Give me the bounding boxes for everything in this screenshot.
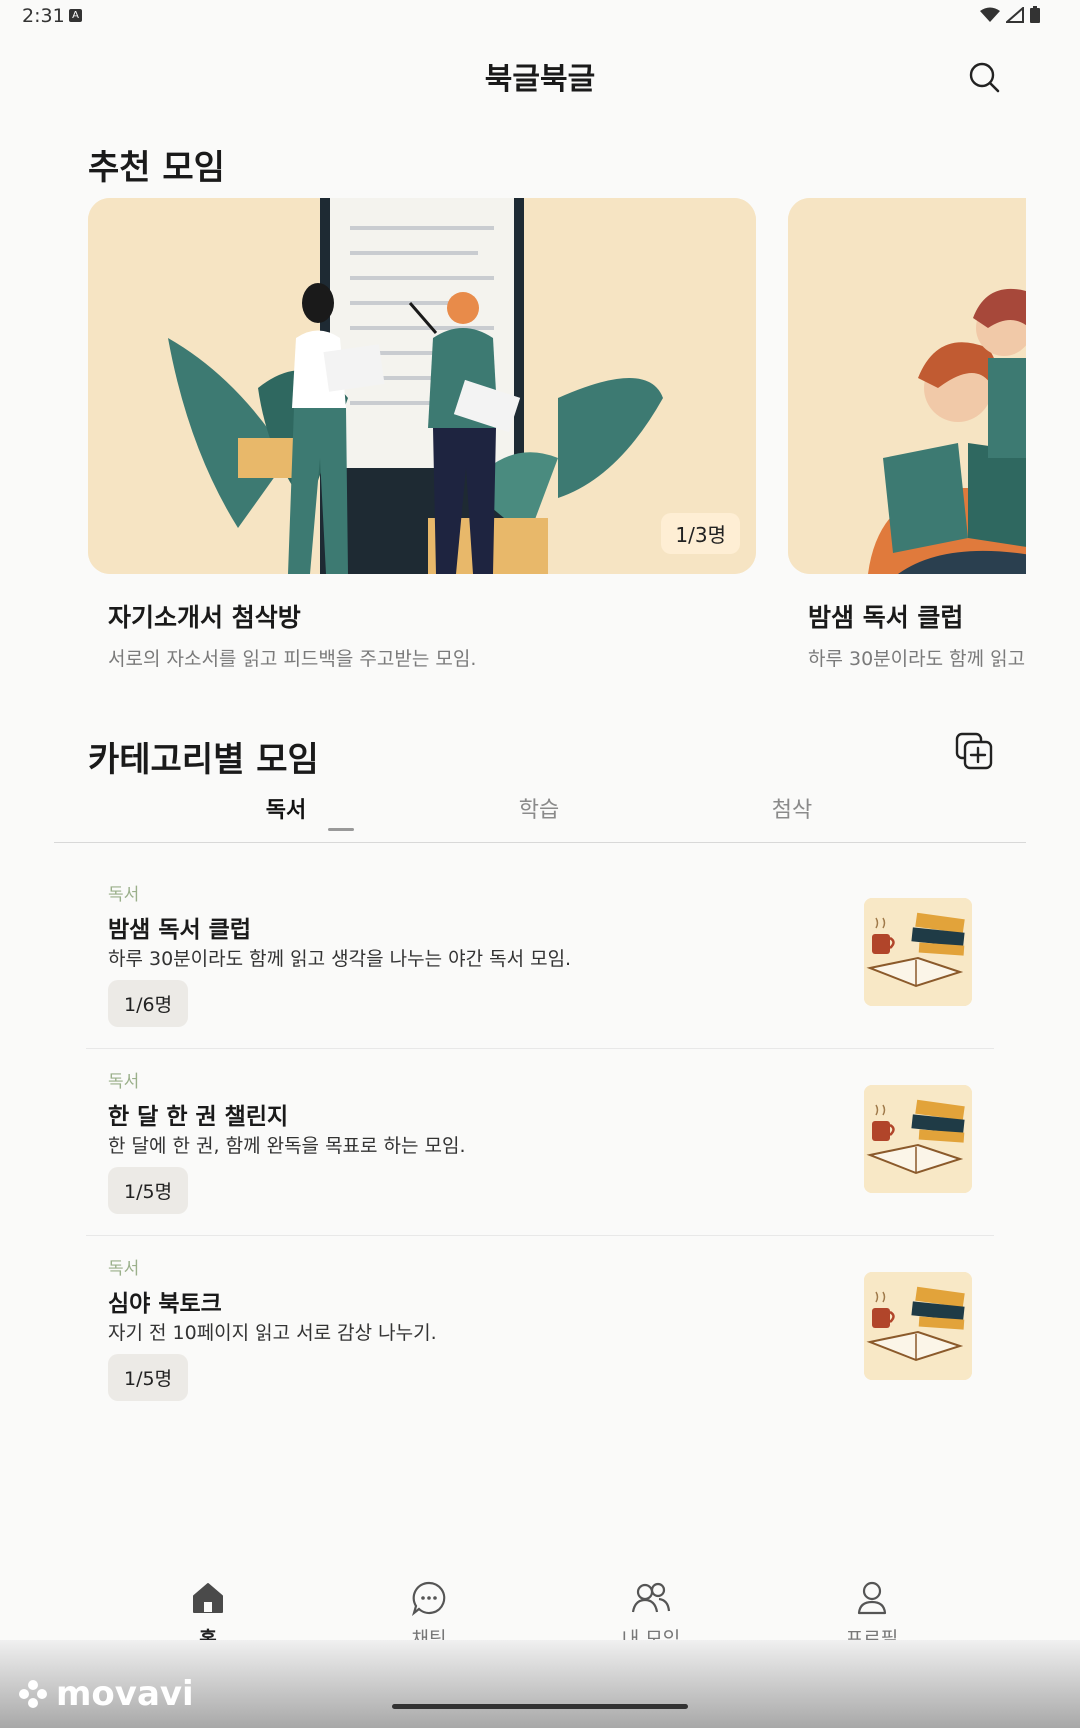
group-description: 한 달에 한 권, 함께 완독을 목표로 하는 모임. [108,1135,466,1157]
books-coffee-thumbnail [864,1085,972,1193]
search-icon [969,62,1000,93]
profile-icon [857,1581,887,1615]
add-group-button[interactable] [953,730,997,774]
member-count-badge: 1/5명 [108,1167,189,1214]
recommended-card[interactable]: 1/3명 자기소개서 첨삭방 서로의 자소서를 읽고 피드백을 주고받는 모임. [88,198,756,670]
group-category: 독서 [108,1072,140,1092]
search-button[interactable] [965,58,1005,98]
status-bar: 2:31 A [0,0,1080,34]
card-description: 서로의 자소서를 읽고 피드백을 주고받는 모임. [108,648,477,670]
movavi-logo-icon [19,1680,47,1708]
group-name: 밤샘 독서 클럽 [108,917,251,943]
wifi-icon [980,7,1000,22]
watermark-text: movavi [56,1674,194,1714]
group-icon [631,1582,671,1613]
tab-editing[interactable]: 첨삭 [772,792,812,824]
member-count-badge: 1/6명 [108,980,189,1027]
card-description: 하루 30분이라도 함께 읽고 생각을 나누는 야간 독서 모임. [808,648,1026,670]
recommended-heading: 추천 모임 [88,148,225,188]
group-name: 심야 북토크 [108,1291,222,1317]
status-time: 2:31 [22,5,65,27]
status-icons [980,6,1040,23]
category-tabs: 독서 학습 첨삭 [54,786,1026,843]
group-category: 독서 [108,1259,140,1279]
list-item[interactable]: 독서 밤샘 독서 클럽 하루 30분이라도 함께 읽고 생각을 나누는 야간 독… [86,862,994,1049]
books-coffee-thumbnail [864,1272,972,1380]
card-illustration: 1/3명 [88,198,756,574]
group-category: 독서 [108,885,140,905]
chat-icon [411,1581,446,1617]
tab-reading[interactable]: 독서 [266,792,306,824]
list-item[interactable]: 독서 심야 북토크 자기 전 10페이지 읽고 서로 감상 나누기. 1/5명 [86,1236,994,1422]
card-title: 자기소개서 첨삭방 [108,603,301,632]
member-count-badge: 1/5명 [108,1354,189,1401]
tab-indicator [328,828,354,831]
group-name: 한 달 한 권 챌린지 [108,1104,289,1130]
card-title: 밤샘 독서 클럽 [808,603,964,632]
tab-study[interactable]: 학습 [519,792,559,824]
category-heading: 카테고리별 모임 [88,740,319,780]
recommended-card[interactable]: 밤샘 독서 클럽 하루 30분이라도 함께 읽고 생각을 나누는 야간 독서 모… [788,198,1026,670]
member-count-badge: 1/3명 [661,513,740,554]
group-description: 하루 30분이라도 함께 읽고 생각을 나누는 야간 독서 모임. [108,948,572,970]
add-group-icon [955,732,993,770]
signal-icon [1006,6,1024,23]
home-icon [193,1583,223,1613]
group-description: 자기 전 10페이지 읽고 서로 감상 나누기. [108,1322,437,1344]
battery-icon [1030,6,1040,23]
movavi-watermark: movavi [18,1674,194,1714]
books-coffee-thumbnail [864,898,972,1006]
app-title: 북글북글 [484,62,596,97]
card-illustration [788,198,1026,574]
recommended-carousel[interactable]: 1/3명 자기소개서 첨삭방 서로의 자소서를 읽고 피드백을 주고받는 모임.… [88,198,1026,678]
home-indicator[interactable] [392,1704,688,1709]
group-list: 독서 밤샘 독서 클럽 하루 30분이라도 함께 읽고 생각을 나누는 야간 독… [86,862,994,1422]
notification-a-icon: A [69,9,82,22]
list-item[interactable]: 독서 한 달 한 권 챌린지 한 달에 한 권, 함께 완독을 목표로 하는 모… [86,1049,994,1236]
